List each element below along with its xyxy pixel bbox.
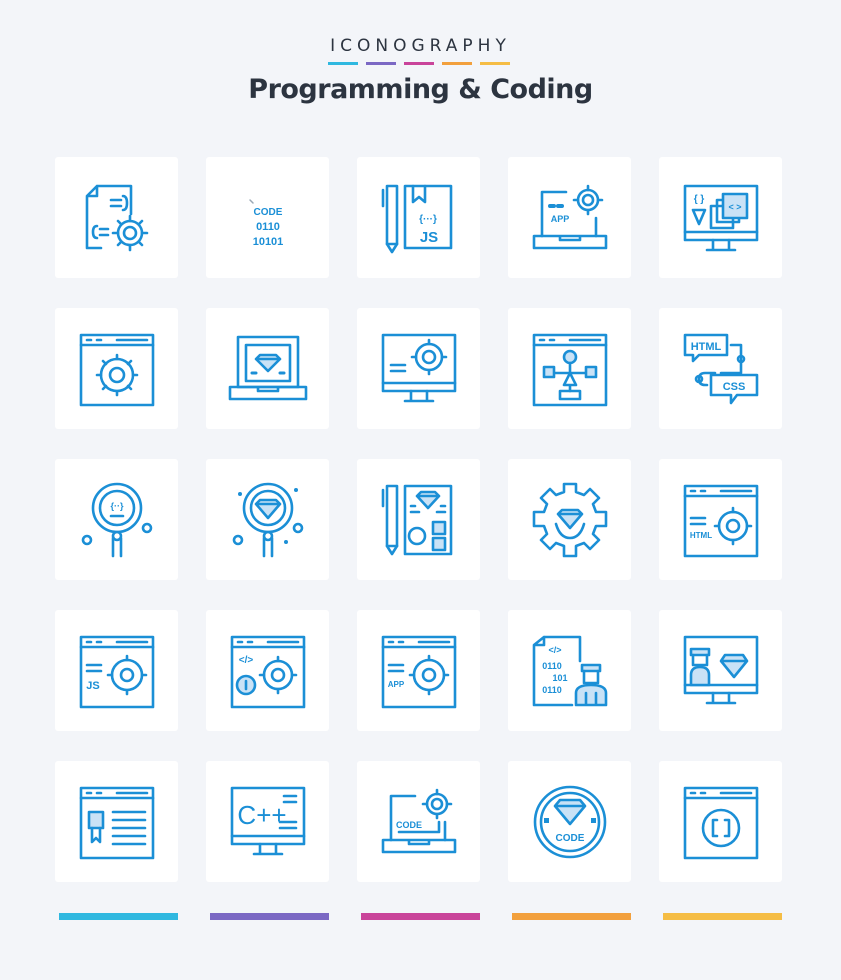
icon-tile[interactable]: HTML — [659, 459, 782, 580]
laptop-diamond-icon — [228, 335, 307, 400]
binary-label: 0110 — [542, 661, 562, 671]
angle-brackets-label: < > — [728, 202, 741, 212]
browser-js-settings-icon: JS — [79, 635, 154, 708]
browser-app-settings-icon: APP — [381, 635, 456, 708]
footer-color-bars — [59, 913, 782, 920]
monitor-developer-diamond-icon — [683, 635, 758, 704]
html-css-chat-icon: HTML CSS — [683, 333, 758, 404]
icon-tile[interactable]: {··} — [55, 459, 178, 580]
braces-label: {···} — [419, 214, 437, 225]
color-bar-purple — [366, 62, 396, 65]
css-label: CSS — [722, 381, 745, 393]
binary-code-icon: CODE 0110 10101 — [248, 198, 283, 248]
code-label: CODE — [555, 833, 584, 844]
diamond-code-badge-icon: CODE — [533, 785, 606, 858]
icon-tile[interactable]: JS — [55, 610, 178, 731]
braces-label: { } — [693, 194, 704, 205]
html-label: HTML — [690, 341, 721, 353]
page-title: Programming & Coding — [248, 74, 593, 105]
icon-tile[interactable] — [55, 308, 178, 429]
developer-binary-document-icon: </> 0110 101 0110 — [532, 635, 607, 706]
icon-tile[interactable]: CODE 0110 10101 — [206, 157, 329, 278]
footer-bar-orange — [512, 913, 631, 920]
browser-certificate-icon — [79, 786, 154, 859]
binary-label: 101 — [552, 673, 567, 683]
icon-tile[interactable]: CODE — [357, 761, 480, 882]
icon-tile[interactable]: </> — [206, 610, 329, 731]
icon-tile[interactable] — [206, 459, 329, 580]
monitor-cpp-icon: C++ — [230, 786, 305, 855]
icon-tile[interactable]: APP — [508, 157, 631, 278]
app-label: APP — [387, 680, 404, 689]
code-tag-label: </> — [548, 645, 561, 655]
browser-brackets-icon — [683, 786, 758, 859]
code-settings-document-icon — [85, 184, 148, 251]
icon-tile[interactable]: HTML CSS — [659, 308, 782, 429]
icon-tile[interactable] — [357, 459, 480, 580]
icon-tile[interactable]: </> 0110 101 0110 — [508, 610, 631, 731]
browser-settings-icon — [79, 333, 154, 406]
browser-code-info-settings-icon: </> — [230, 635, 305, 708]
app-label: APP — [550, 214, 569, 224]
laptop-code-settings-icon: CODE — [381, 788, 456, 853]
color-bar-magenta — [404, 62, 434, 65]
icon-tile[interactable]: {···} JS — [357, 157, 480, 278]
binary-label: 10101 — [252, 236, 283, 248]
monitor-settings-icon — [381, 333, 456, 402]
footer-bar-yellow — [663, 913, 782, 920]
icon-tile[interactable]: CODE — [508, 761, 631, 882]
icon-tile[interactable] — [206, 308, 329, 429]
code-tag-label: </> — [238, 655, 253, 666]
pencil-diamond-document-icon — [381, 484, 452, 555]
icon-tile[interactable] — [508, 308, 631, 429]
icon-tile[interactable] — [508, 459, 631, 580]
js-label: JS — [419, 229, 437, 246]
binary-label: 0110 — [542, 685, 562, 695]
footer-bar-cyan — [59, 913, 178, 920]
magnifier-diamond-icon — [232, 482, 303, 557]
color-bar-cyan — [328, 62, 358, 65]
brand-label: ICONOGRAPHY — [330, 36, 511, 56]
braces-label: {··} — [110, 501, 123, 511]
icon-grid: CODE 0110 10101 {···} JS APP { } < > HTM… — [55, 157, 782, 882]
icon-tile[interactable] — [55, 157, 178, 278]
icon-tile[interactable] — [55, 761, 178, 882]
icon-tile[interactable]: { } < > — [659, 157, 782, 278]
cpp-label: C++ — [237, 800, 286, 830]
color-bar-yellow — [480, 62, 510, 65]
browser-flowchart-icon — [532, 333, 607, 406]
monitor-code-layers-icon: { } < > — [683, 184, 758, 251]
javascript-book-pencil-icon: {···} JS — [381, 184, 452, 253]
footer-bar-magenta — [361, 913, 480, 920]
magnifier-code-icon: {··} — [81, 482, 152, 557]
js-label: JS — [86, 680, 99, 692]
gear-diamond-icon — [532, 482, 607, 557]
icon-tile[interactable]: C++ — [206, 761, 329, 882]
icon-tile[interactable] — [659, 610, 782, 731]
brand-color-bars — [328, 62, 510, 65]
code-label: CODE — [395, 820, 421, 830]
laptop-app-settings-icon: APP — [532, 184, 607, 249]
color-bar-orange — [442, 62, 472, 65]
icon-tile[interactable] — [659, 761, 782, 882]
binary-label: 0110 — [256, 221, 280, 233]
code-label: CODE — [253, 207, 282, 218]
footer-bar-purple — [210, 913, 329, 920]
icon-tile[interactable] — [357, 308, 480, 429]
html-label: HTML — [689, 531, 711, 540]
icon-tile[interactable]: APP — [357, 610, 480, 731]
browser-html-settings-icon: HTML — [683, 484, 758, 557]
